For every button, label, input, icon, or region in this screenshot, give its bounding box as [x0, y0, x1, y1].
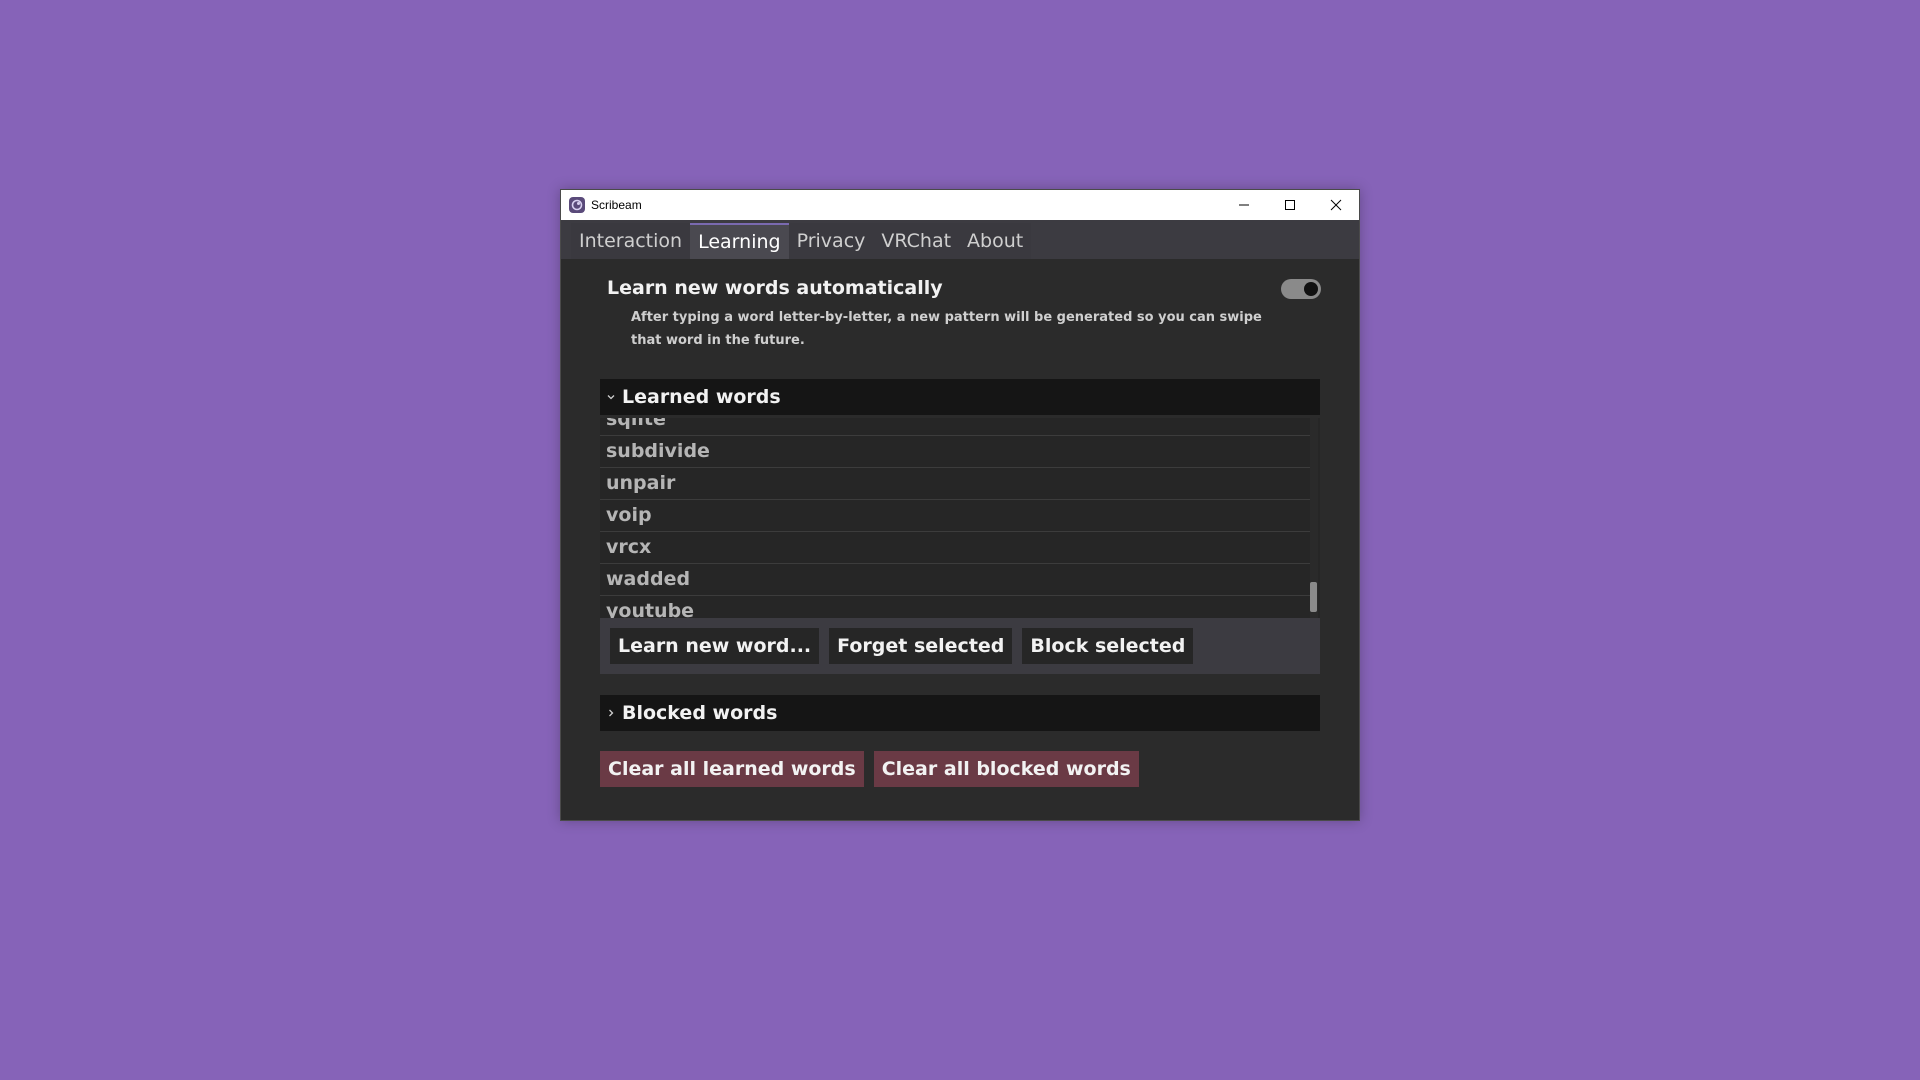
- chevron-right-icon: [600, 708, 622, 718]
- chevron-down-icon: [600, 392, 622, 402]
- clear-blocked-words-button[interactable]: Clear all blocked words: [873, 751, 1139, 787]
- learn-new-word-button[interactable]: Learn new word...: [610, 628, 820, 664]
- list-item[interactable]: unpair: [600, 468, 1310, 500]
- clear-learned-words-button[interactable]: Clear all learned words: [600, 751, 864, 787]
- panel-layer: Learned words sqlite subdivide unpair vo…: [600, 189, 1320, 821]
- scrollbar-thumb[interactable]: [1310, 582, 1317, 612]
- learned-words-header-bar[interactable]: Learned words: [600, 379, 1320, 415]
- learned-words-items: sqlite subdivide unpair voip vrcx wadded…: [600, 418, 1310, 618]
- learned-words-actions: Learn new word... Forget selected Block …: [600, 618, 1320, 674]
- blocked-words-title: Blocked words: [622, 702, 778, 724]
- list-item[interactable]: vrcx: [600, 532, 1310, 564]
- danger-actions: Clear all learned words Clear all blocke…: [600, 751, 1149, 787]
- block-selected-button[interactable]: Block selected: [1022, 628, 1194, 664]
- list-item[interactable]: youtube: [600, 596, 1310, 618]
- learned-words-list[interactable]: sqlite subdivide unpair voip vrcx wadded…: [600, 418, 1320, 618]
- list-scrollbar[interactable]: [1310, 418, 1318, 618]
- list-item[interactable]: sqlite: [600, 418, 1310, 436]
- learned-words-title: Learned words: [622, 386, 781, 408]
- forget-selected-button[interactable]: Forget selected: [829, 628, 1013, 664]
- list-item[interactable]: voip: [600, 500, 1310, 532]
- list-item[interactable]: wadded: [600, 564, 1310, 596]
- app-logo-icon: [569, 197, 585, 213]
- blocked-words-header[interactable]: Blocked words: [600, 695, 1320, 731]
- list-item[interactable]: subdivide: [600, 436, 1310, 468]
- close-icon: [1330, 199, 1342, 211]
